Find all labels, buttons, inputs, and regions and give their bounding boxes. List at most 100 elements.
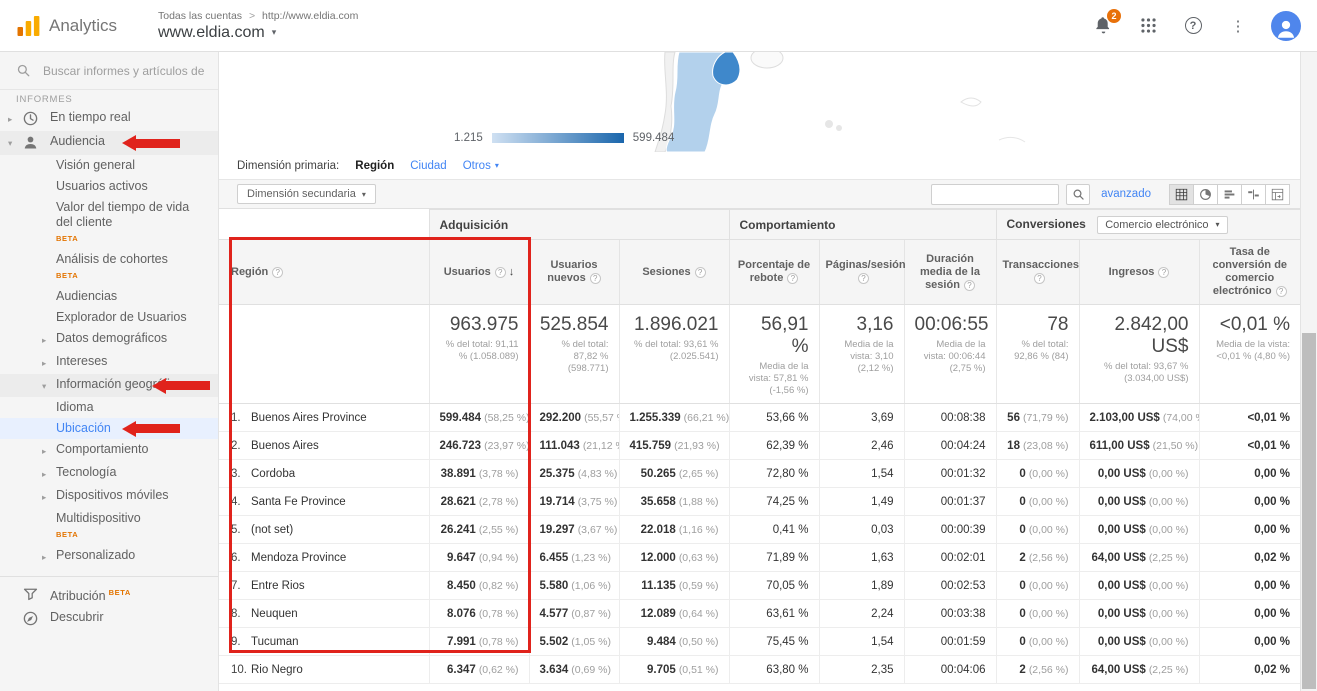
region-link[interactable]: Buenos Aires (251, 440, 319, 452)
search-input[interactable] (43, 64, 208, 78)
help-icon[interactable]: ? (590, 273, 601, 284)
analytics-logo-icon[interactable] (16, 15, 41, 37)
sidebar-item-idioma[interactable]: Idioma (0, 397, 218, 418)
sidebar-item-personalizado[interactable]: ▸Personalizado (0, 545, 218, 568)
help-icon[interactable]: ? (272, 267, 283, 278)
table-row[interactable]: 8.Neuquen 8.076(0,78 %) 4.577(0,87 %) 12… (219, 600, 1300, 628)
chevron-right-icon[interactable]: ▸ (42, 465, 56, 482)
vertical-scrollbar[interactable] (1300, 52, 1317, 691)
sidebar-search[interactable] (0, 52, 218, 90)
dimension-ciudad[interactable]: Ciudad (410, 160, 446, 172)
table-search-input[interactable] (931, 184, 1059, 205)
help-icon[interactable]: ? (964, 280, 975, 291)
notifications-button[interactable]: 2 (1091, 14, 1115, 38)
chevron-right-icon[interactable]: ▸ (42, 331, 56, 348)
table-row[interactable]: 5.(not set) 26.241(2,55 %) 19.297(3,67 %… (219, 516, 1300, 544)
apps-grid-button[interactable] (1136, 14, 1160, 38)
column-header-region[interactable]: Región? (219, 240, 429, 305)
region-link[interactable]: (not set) (251, 524, 293, 536)
chevron-right-icon[interactable]: ▸ (8, 110, 22, 127)
table-row[interactable]: 9.Tucuman 7.991(0,78 %) 5.502(1,05 %) 9.… (219, 628, 1300, 656)
region-link[interactable]: Rio Negro (251, 664, 303, 676)
advanced-filter-link[interactable]: avanzado (1101, 188, 1151, 200)
chevron-right-icon[interactable]: ▸ (42, 548, 56, 565)
help-icon[interactable]: ? (858, 273, 869, 284)
chevron-right-icon[interactable]: ▸ (42, 354, 56, 371)
sidebar-item-explorador-usuarios[interactable]: Explorador de Usuarios (0, 307, 218, 328)
table-row[interactable]: 6.Mendoza Province 9.647(0,94 %) 6.455(1… (219, 544, 1300, 572)
table-row[interactable]: 3.Cordoba 38.891(3,78 %) 25.375(4,83 %) … (219, 460, 1300, 488)
column-header-8[interactable]: Ingresos? (1079, 240, 1199, 305)
help-icon[interactable]: ? (1276, 286, 1287, 297)
percentage-view-button[interactable] (1193, 184, 1218, 205)
performance-view-button[interactable] (1217, 184, 1242, 205)
sidebar-item-multidispositivo[interactable]: MultidispositivoBETA (0, 508, 218, 545)
column-header-4[interactable]: Porcentaje de rebote? (729, 240, 819, 305)
region-link[interactable]: Cordoba (251, 468, 295, 480)
table-row[interactable]: 10.Rio Negro 6.347(0,62 %) 3.634(0,69 %)… (219, 656, 1300, 684)
sidebar-item-vision-general[interactable]: Visión general (0, 155, 218, 176)
breadcrumb-item[interactable]: Todas las cuentas (158, 10, 242, 22)
chevron-right-icon[interactable]: ▸ (42, 488, 56, 505)
chevron-down-icon[interactable]: ▾ (42, 377, 56, 394)
region-link[interactable]: Neuquen (251, 608, 298, 620)
sidebar-item-intereses[interactable]: ▸Intereses (0, 351, 218, 374)
chevron-right-icon[interactable]: ▸ (42, 442, 56, 459)
sidebar-item-atribucion[interactable]: AtribuciónBETA (0, 576, 218, 607)
column-header-6[interactable]: Duración media de la sesión? (904, 240, 996, 305)
sidebar-item-dispositivos-moviles[interactable]: ▸Dispositivos móviles (0, 485, 218, 508)
dimension-region[interactable]: Región (355, 160, 394, 172)
sidebar-item-en-tiempo-real[interactable]: ▸En tiempo real (0, 107, 218, 131)
help-icon[interactable]: ? (1034, 273, 1045, 284)
sidebar-item-tecnologia[interactable]: ▸Tecnología (0, 462, 218, 485)
account-title[interactable]: www.eldia.com (158, 24, 265, 42)
scrollbar-thumb[interactable] (1302, 333, 1316, 689)
region-link[interactable]: Mendoza Province (251, 552, 346, 564)
sidebar-item-audiencias[interactable]: Audiencias (0, 286, 218, 307)
column-header-5[interactable]: Páginas/sesión? (819, 240, 904, 305)
help-icon[interactable]: ? (1158, 267, 1169, 278)
sidebar-item-comportamiento[interactable]: ▸Comportamiento (0, 439, 218, 462)
sidebar-item-valor-tiempo-vida[interactable]: Valor del tiempo de vida del clienteBETA (0, 197, 218, 249)
account-switcher[interactable]: Todas las cuentas > http://www.eldia.com… (158, 10, 358, 42)
legend-min: 1.215 (454, 132, 483, 144)
sidebar-item-audiencia[interactable]: ▾Audiencia (0, 131, 218, 155)
table-search-button[interactable] (1066, 184, 1090, 205)
column-header-1[interactable]: Usuarios?↓ (429, 240, 529, 305)
breadcrumb: Todas las cuentas > http://www.eldia.com (158, 10, 358, 22)
pivot-view-button[interactable] (1265, 184, 1290, 205)
region-link[interactable]: Santa Fe Province (251, 496, 346, 508)
group-adquisicion: Adquisición (429, 210, 729, 240)
help-icon[interactable]: ? (787, 273, 798, 284)
data-table-view-button[interactable] (1169, 184, 1194, 205)
column-header-2[interactable]: Usuarios nuevos? (529, 240, 619, 305)
breadcrumb-item[interactable]: http://www.eldia.com (262, 10, 358, 22)
dimension-otros[interactable]: Otros ▾ (463, 160, 499, 172)
region-link[interactable]: Entre Rios (251, 580, 305, 592)
column-header-7[interactable]: Transacciones? (996, 240, 1079, 305)
help-icon[interactable]: ? (495, 267, 506, 278)
table-row[interactable]: 1.Buenos Aires Province 599.484(58,25 %)… (219, 404, 1300, 432)
comparison-view-button[interactable] (1241, 184, 1266, 205)
secondary-dimension-button[interactable]: Dimensión secundaria ▾ (237, 184, 376, 204)
table-row[interactable]: 2.Buenos Aires 246.723(23,97 %) 111.043(… (219, 432, 1300, 460)
column-header-3[interactable]: Sesiones? (619, 240, 729, 305)
column-header-9[interactable]: Tasa de conversión de comercio electróni… (1199, 240, 1300, 305)
sidebar-item-descubrir[interactable]: Descubrir (0, 607, 218, 631)
table-row[interactable]: 7.Entre Rios 8.450(0,82 %) 5.580(1,06 %)… (219, 572, 1300, 600)
conversion-type-select[interactable]: Comercio electrónico ▾ (1097, 216, 1227, 234)
more-menu-button[interactable]: ⋮ (1226, 14, 1250, 38)
region-link[interactable]: Tucuman (251, 636, 299, 648)
table-row[interactable]: 4.Santa Fe Province 28.621(2,78 %) 19.71… (219, 488, 1300, 516)
help-icon[interactable]: ? (695, 267, 706, 278)
sidebar-item-informacion-geografica[interactable]: ▾Información geográfica (0, 374, 218, 397)
help-button[interactable]: ? (1181, 14, 1205, 38)
sidebar-item-datos-demograficos[interactable]: ▸Datos demográficos (0, 328, 218, 351)
region-link[interactable]: Buenos Aires Province (251, 412, 367, 424)
sidebar-item-ubicacion[interactable]: Ubicación (0, 418, 218, 439)
chevron-down-icon[interactable]: ▾ (8, 134, 22, 151)
avatar[interactable] (1271, 11, 1301, 41)
geo-map[interactable]: 1.215 599.484 (219, 52, 1300, 152)
sidebar-item-usuarios-activos[interactable]: Usuarios activos (0, 176, 218, 197)
sidebar-item-analisis-cohortes[interactable]: Análisis de cohortesBETA (0, 249, 218, 286)
